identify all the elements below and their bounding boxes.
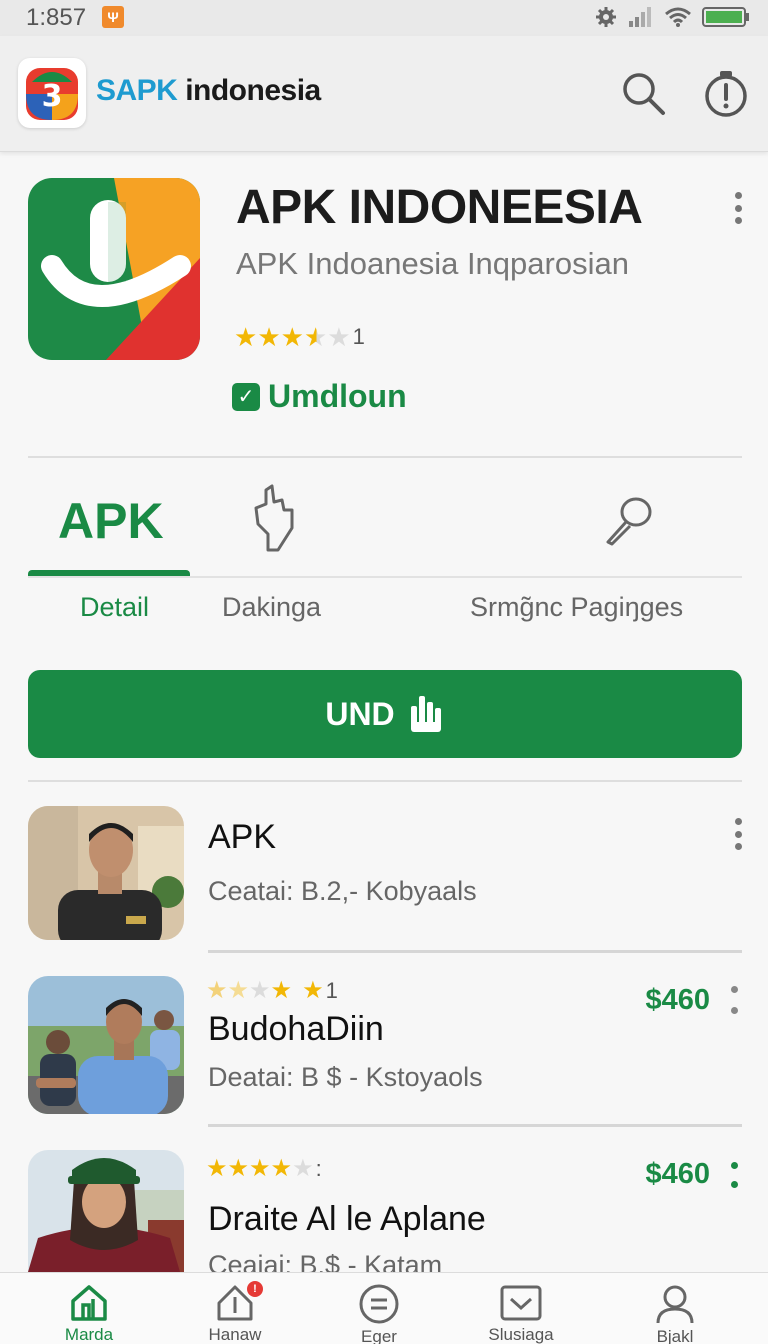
check-icon: ✓ — [232, 382, 260, 411]
updates-icon: ! — [215, 1281, 263, 1323]
item-divider — [208, 950, 742, 953]
tab-detail[interactable]: Detail — [80, 592, 149, 623]
status-bar: 1:857 Ψ — [0, 0, 768, 36]
tab-divider — [28, 576, 742, 578]
app-bar: 3 SAPK indonesia — [0, 36, 768, 152]
star-icon: ★ — [292, 1155, 314, 1182]
installed-status: ✓ Umdloun — [232, 378, 407, 415]
more-options-button[interactable] — [728, 188, 748, 228]
nav-item-eger[interactable]: Eger — [324, 1273, 434, 1344]
item-more-button[interactable] — [724, 982, 744, 1018]
nav-item-hanaw[interactable]: ! Hanaw — [180, 1273, 290, 1344]
star-icon: ★ — [270, 977, 293, 1004]
home-icon — [69, 1283, 109, 1323]
search-icon — [623, 73, 665, 115]
status-time: 1:857 — [26, 4, 87, 31]
thumbnail-image — [28, 976, 184, 1114]
search-button[interactable] — [616, 66, 672, 122]
item-title: BudohaDiin — [208, 1010, 384, 1048]
install-button[interactable]: UND — [28, 670, 742, 758]
info-button[interactable] — [698, 66, 754, 122]
microphone-icon — [606, 497, 652, 546]
item-meta: Ceatai: B.2,- Kobyaals — [208, 876, 477, 906]
hand-icon — [410, 696, 441, 732]
list-item[interactable]: ★ ★ ★ ★ ★ : $460 Draite Al le Aplane Cea… — [0, 1150, 768, 1280]
cell-signal-icon — [629, 7, 651, 27]
rating-count: 1 — [352, 324, 365, 349]
nav-label: Slusiaga — [488, 1325, 554, 1344]
brand-name-part1: SAPK — [96, 74, 178, 107]
star-icon: ★ — [249, 977, 271, 1004]
brand-name-part2: indonesia — [177, 74, 321, 107]
star-icon: ★ — [257, 322, 281, 352]
star-icon: ★ — [249, 1155, 271, 1182]
notification-icon: Ψ — [102, 6, 124, 28]
item-rating: ★ ★ ★ ★ ★ 1 — [206, 976, 338, 1006]
tab-srmgnc-pagiges[interactable]: Srmg̃nc Pagiŋges — [470, 592, 683, 623]
profile-icon — [655, 1283, 695, 1325]
info-icon — [705, 71, 747, 117]
item-rating: ★ ★ ★ ★ ★ : — [206, 1154, 322, 1184]
item-rating-count: 1 — [325, 978, 338, 1003]
settings-gear-icon — [596, 7, 616, 27]
star-icon: ★ — [280, 322, 304, 352]
tab-dakinga[interactable]: Dakinga — [222, 592, 321, 623]
wifi-icon — [665, 7, 691, 27]
nav-label: Marda — [64, 1325, 114, 1344]
item-price: $460 — [645, 984, 710, 1016]
star-icon: ★ — [270, 1155, 293, 1182]
item-divider — [208, 1124, 742, 1127]
list-item[interactable]: APK Ceatai: B.2,- Kobyaals — [0, 806, 768, 953]
item-rating-suffix: : — [315, 1156, 322, 1181]
star-icon: ★ — [206, 977, 228, 1004]
item-more-button[interactable] — [724, 1158, 744, 1192]
inbox-icon — [499, 1283, 543, 1323]
status-icons — [594, 4, 750, 30]
divider — [28, 456, 742, 458]
thumbnail-image — [28, 806, 184, 940]
item-more-button[interactable] — [728, 814, 748, 854]
svg-text:3: 3 — [42, 79, 63, 114]
brand-logo-icon[interactable]: 3 — [18, 58, 86, 128]
app-title: APK INDONEESIA — [236, 181, 643, 234]
star-icon: ★ — [234, 322, 258, 352]
app-rating: ★ ★ ★ ★ ★ 1 — [234, 322, 365, 352]
thumbnail-image — [28, 1150, 184, 1272]
install-button-label: UND — [325, 695, 395, 732]
star-icon: ★ — [327, 322, 351, 352]
notification-badge: ! — [247, 1281, 263, 1297]
item-price: $460 — [645, 1158, 710, 1190]
brand-name: SAPK indonesia — [96, 74, 321, 108]
app-subtitle: APK Indoanesia Inqparosian — [236, 246, 629, 281]
bottom-nav: Marda ! Hanaw Eger Slusiaga Bjakl — [0, 1272, 768, 1344]
item-title: Draite Al le Aplane — [208, 1200, 486, 1238]
item-meta: Deatai: B $ - Kstoyaols — [208, 1062, 483, 1092]
star-icon: ★ — [227, 1155, 250, 1182]
nav-label: Hanaw — [208, 1325, 262, 1344]
installed-label: Umdloun — [268, 378, 407, 414]
app-icon — [28, 178, 200, 360]
menu-circle-icon — [358, 1283, 400, 1325]
star-icon: ★ — [302, 977, 324, 1004]
list-item[interactable]: ★ ★ ★ ★ ★ 1 $460 BudohaDiin Deatai: B $ … — [0, 976, 768, 1127]
star-half-icon: ★ — [303, 322, 328, 352]
star-icon: ★ — [206, 1155, 228, 1182]
nav-label: Bjakl — [656, 1327, 694, 1344]
nav-item-bjakl[interactable]: Bjakl — [620, 1273, 730, 1344]
divider — [28, 780, 742, 782]
nav-label: Eger — [361, 1327, 397, 1344]
tab-srmgnc-icon[interactable] — [600, 492, 656, 553]
tab-dakinga-icon[interactable] — [248, 484, 298, 561]
hand-pointer-icon — [254, 484, 294, 552]
tab-apk[interactable]: APK — [58, 492, 164, 550]
nav-item-slusiaga[interactable]: Slusiaga — [466, 1273, 576, 1344]
nav-item-marda[interactable]: Marda — [34, 1273, 144, 1344]
battery-icon — [702, 7, 749, 27]
item-title: APK — [208, 818, 277, 856]
star-icon: ★ — [227, 977, 250, 1004]
